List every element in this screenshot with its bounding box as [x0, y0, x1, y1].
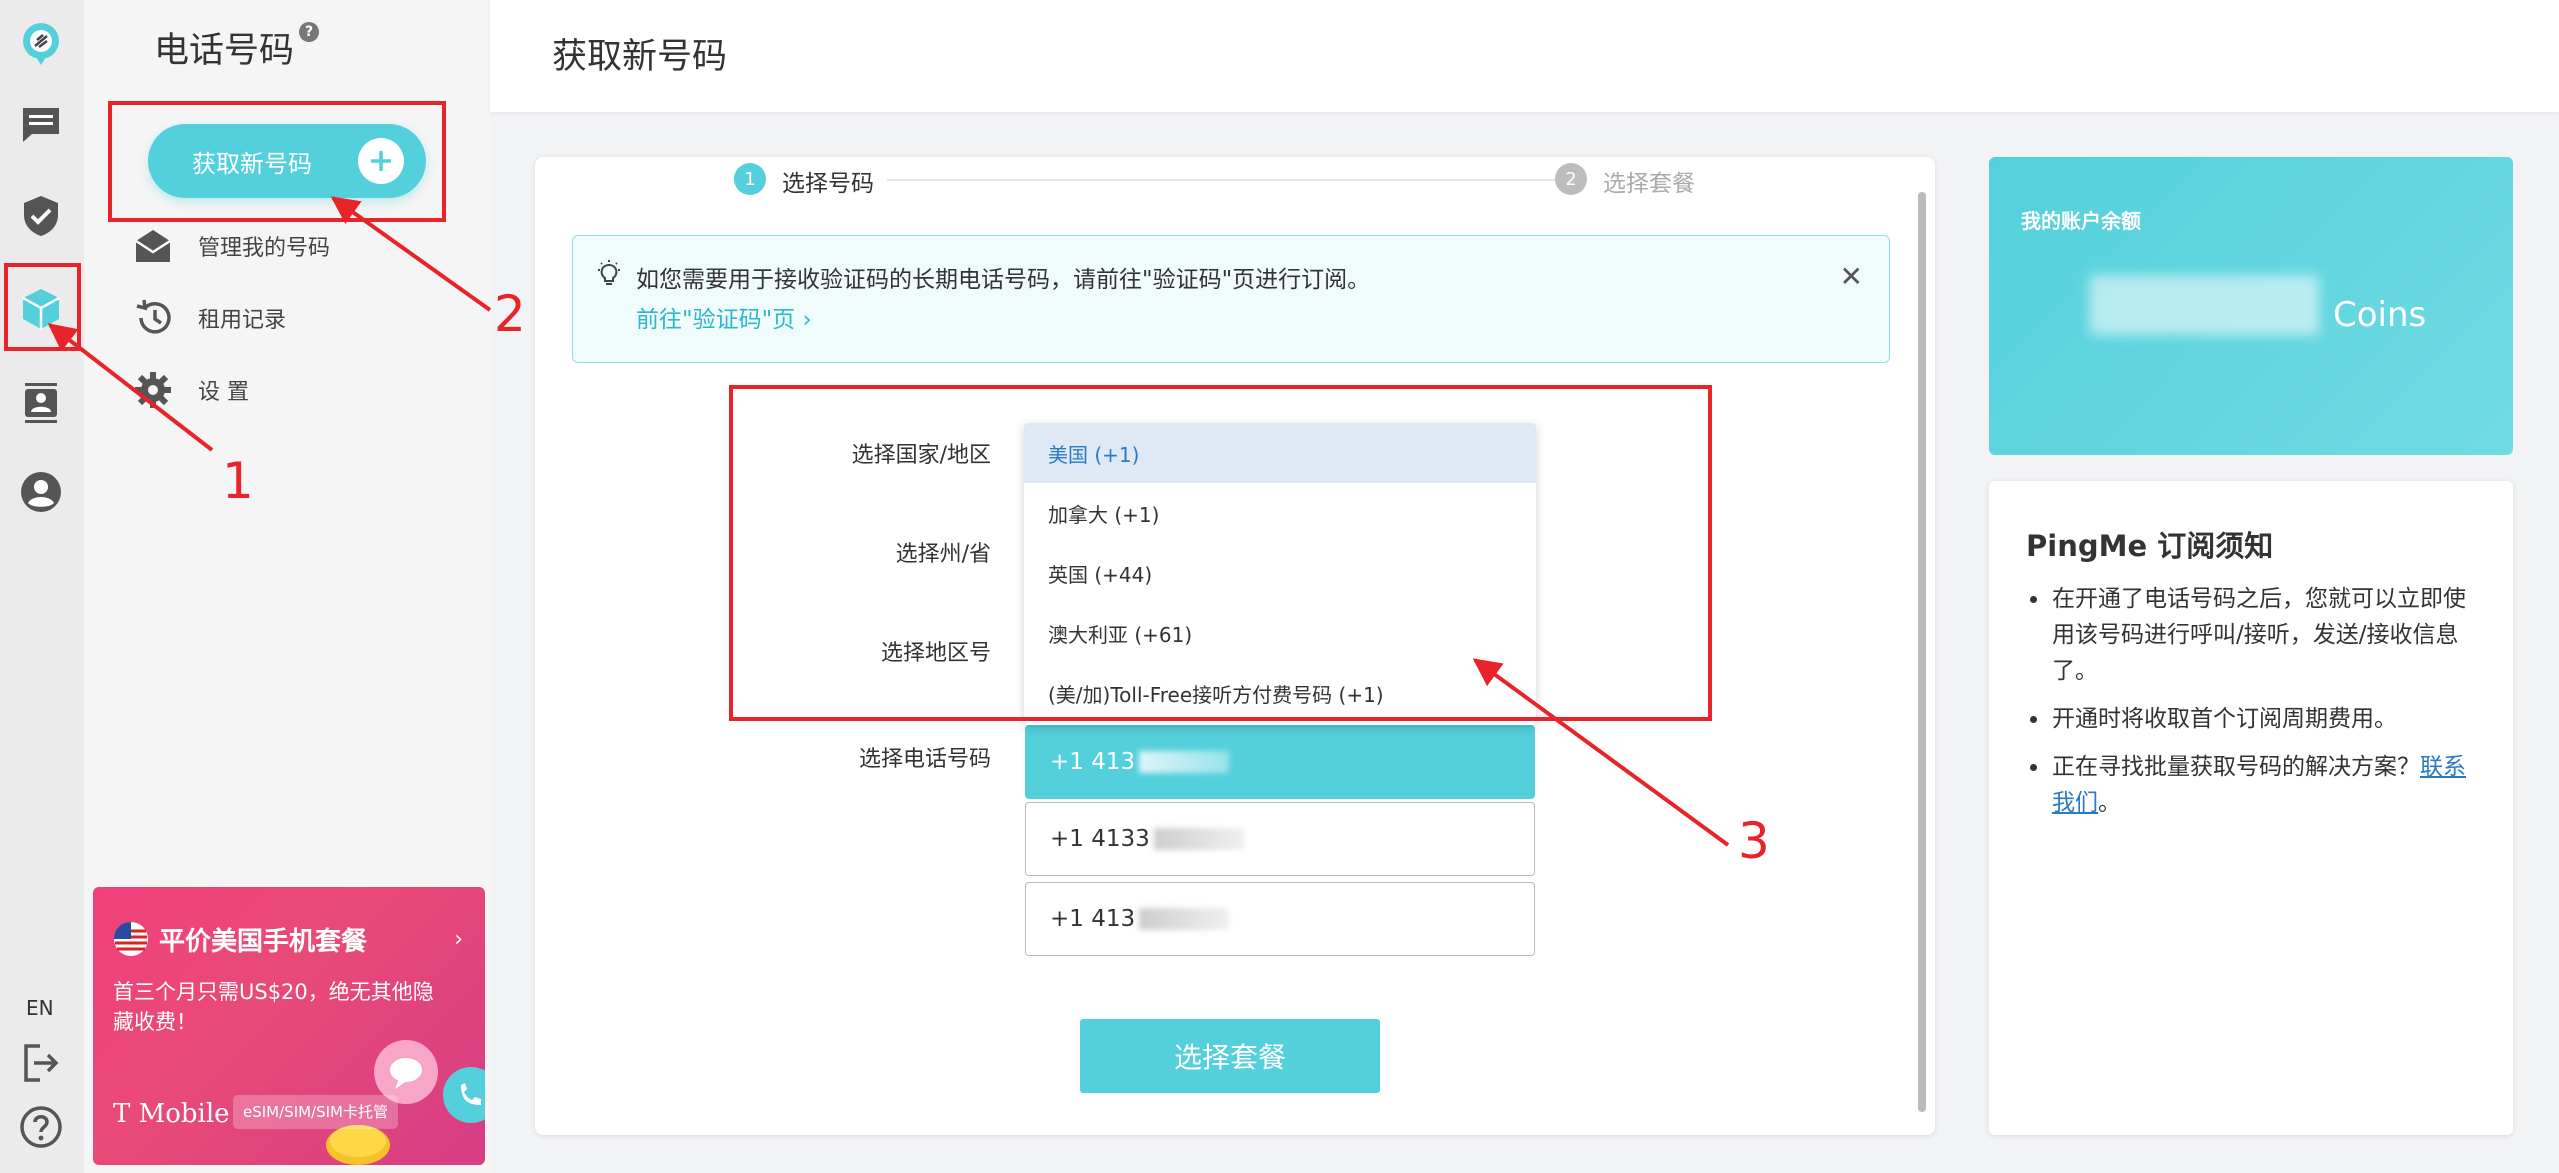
balance-card: 我的账户余额 Coins: [1989, 157, 2513, 455]
tmobile-logo: T Mobile: [113, 1099, 230, 1129]
phone-number-label: 选择电话号码: [858, 747, 991, 772]
annotation-number-1: 1: [222, 452, 254, 510]
annotation-box-3: [729, 385, 1712, 721]
step-2-label: 选择套餐: [1603, 171, 1695, 197]
account-icon[interactable]: [16, 467, 66, 517]
phone-call-icon: [443, 1067, 485, 1123]
gear-icon: [135, 372, 171, 408]
close-icon[interactable]: ✕: [1840, 260, 1863, 293]
phone-option[interactable]: +1 413: [1025, 882, 1535, 956]
annotation-number-2: 2: [494, 285, 526, 343]
icon-rail: EN: [0, 0, 84, 1173]
sidebar-title: 电话号码: [154, 31, 295, 71]
sidebar-item-manage-numbers[interactable]: 管理我的号码: [132, 224, 330, 268]
sidebar-item-label: 租用记录: [198, 308, 287, 333]
notice-banner: 如您需要用于接收验证码的长期电话号码，请前往"验证码"页进行订阅。 前往"验证码…: [572, 235, 1890, 363]
annotation-box-1: [4, 263, 81, 351]
list-item: 正在寻找批量获取号码的解决方案？联系我们。: [2026, 749, 2486, 821]
list-item: 在开通了电话号码之后，您就可以立即使用该号码进行呼叫/接听，发送/接收信息了。: [2026, 581, 2486, 689]
contacts-icon[interactable]: [16, 378, 66, 428]
phone-option[interactable]: +1 4133: [1025, 802, 1535, 876]
shield-check-icon[interactable]: [16, 191, 66, 241]
tmobile-promo-banner[interactable]: 平价美国手机套餐 › 首三个月只需US$20，绝无其他隐藏收费！ T Mobil…: [93, 887, 485, 1165]
message-icon[interactable]: [16, 100, 66, 150]
redacted-digits: [1139, 908, 1230, 930]
annotation-box-2: [108, 101, 446, 222]
sidebar-item-label: 设 置: [198, 380, 249, 405]
notice-text: 如您需要用于接收验证码的长期电话号码，请前往"验证码"页进行订阅。: [636, 267, 1371, 293]
language-switch[interactable]: EN: [26, 996, 54, 1020]
promo-title: 平价美国手机套餐: [159, 927, 368, 957]
go-to-verification-link[interactable]: 前往"验证码"页 ›: [636, 300, 812, 334]
step-1-label: 选择号码: [782, 171, 874, 197]
help-tooltip-icon[interactable]: ?: [299, 22, 319, 42]
lightbulb-icon: [598, 260, 620, 285]
promo-tag: eSIM/SIM/SIM卡托管: [233, 1095, 398, 1129]
balance-unit: Coins: [2333, 295, 2427, 335]
logout-icon[interactable]: [16, 1038, 66, 1088]
phone-option[interactable]: +1 413: [1025, 725, 1535, 799]
sidebar-item-label: 管理我的号码: [198, 236, 331, 261]
pingme-logo-icon[interactable]: [16, 18, 66, 68]
list-item: 开通时将收取首个订阅周期费用。: [2026, 701, 2486, 737]
page-header: 获取新号码: [490, 0, 2559, 112]
step-1-dot: 1: [734, 163, 766, 195]
sidebar-item-settings[interactable]: 设 置: [132, 368, 249, 412]
redacted-digits: [1139, 751, 1230, 773]
annotation-number-3: 3: [1738, 812, 1770, 870]
sidebar-item-rental-history[interactable]: 租用记录: [132, 296, 286, 340]
chevron-right-icon: ›: [454, 927, 463, 952]
select-plan-button[interactable]: 选择套餐: [1080, 1019, 1380, 1093]
us-flag-icon: [113, 921, 148, 956]
stepper-line: [887, 179, 1561, 181]
promo-subtitle: 首三个月只需US$20，绝无其他隐藏收费！: [113, 980, 434, 1034]
subscription-notes-card: PingMe 订阅须知 在开通了电话号码之后，您就可以立即使用该号码进行呼叫/接…: [1989, 481, 2513, 1135]
redacted-digits: [1153, 828, 1244, 850]
envelope-open-icon: [135, 230, 171, 262]
history-icon: [136, 299, 171, 334]
step-2-dot: 2: [1555, 163, 1587, 195]
scrollbar[interactable]: [1918, 192, 1926, 1112]
notes-title: PingMe 订阅须知: [2026, 529, 2274, 563]
redacted-balance: [2089, 275, 2319, 335]
page-title: 获取新号码: [552, 37, 728, 77]
balance-label: 我的账户余额: [2021, 209, 2141, 233]
help-icon[interactable]: [16, 1102, 66, 1152]
notes-list: 在开通了电话号码之后，您就可以立即使用该号码进行呼叫/接听，发送/接收信息了。 …: [2026, 581, 2486, 833]
